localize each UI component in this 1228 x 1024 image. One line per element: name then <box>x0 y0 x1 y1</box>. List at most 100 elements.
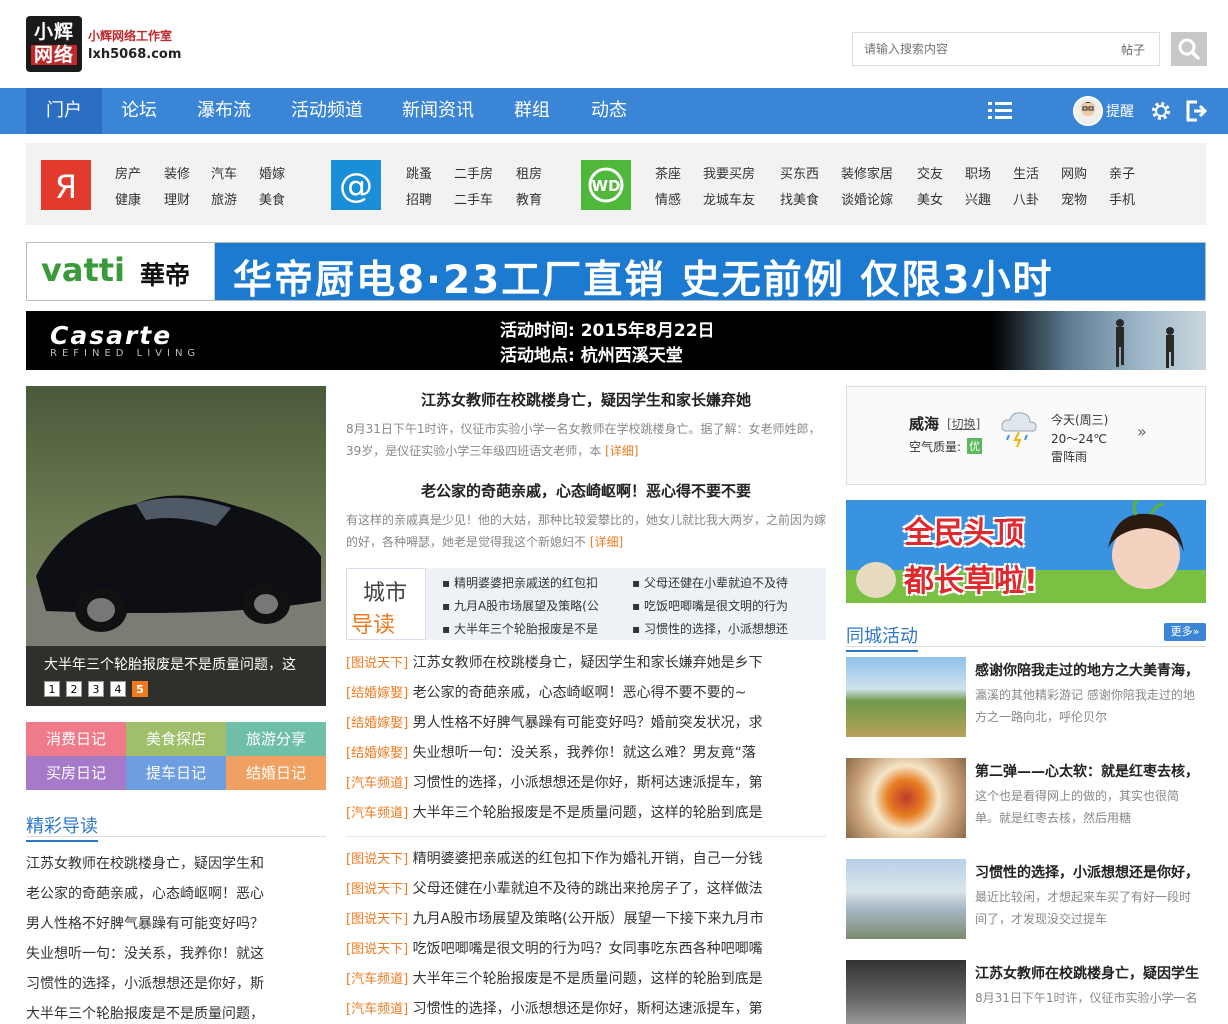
cat-link[interactable]: 我要买房 <box>703 163 755 182</box>
cat-link[interactable]: 健康 <box>115 189 141 208</box>
news-item[interactable]: [图说天下] 父母还健在小辈就迫不及待的跳出来抢房子了，这样做法 <box>346 878 796 898</box>
gear-icon[interactable] <box>1150 100 1172 122</box>
cat-link[interactable]: 职场 <box>965 163 991 182</box>
activity-title[interactable]: 习惯性的选择，小派想想还是你好， <box>975 862 1205 882</box>
slider-dot[interactable]: 1 <box>44 681 60 697</box>
nav-item-groups[interactable]: 群组 <box>514 88 550 134</box>
cat-link[interactable]: 租房 <box>516 163 542 182</box>
nav-item-activity[interactable]: 活动频道 <box>291 88 363 134</box>
more-link[interactable]: [详细] <box>605 444 638 458</box>
search-type-select[interactable]: 帖子 <box>1121 41 1145 58</box>
slider-caption[interactable]: 大半年三个轮胎报废是不是质量问题，这 <box>44 654 316 674</box>
chevron-right-icon[interactable]: » <box>1137 422 1147 441</box>
cat-link[interactable]: 美女 <box>917 189 943 208</box>
cat-link[interactable]: 房产 <box>115 163 141 182</box>
cat-link[interactable]: 买东西 <box>780 163 819 182</box>
nav-item-portal[interactable]: 门户 <box>26 88 102 134</box>
news-item[interactable]: [图说天下] 江苏女教师在校跳楼身亡，疑因学生和家长嫌弃她是乡下 <box>346 652 796 672</box>
cat-link[interactable]: 交友 <box>917 163 943 182</box>
cat-link[interactable]: 生活 <box>1013 163 1039 182</box>
city-item[interactable]: ▪ 精明婆婆把亲戚送的红包扣 <box>442 574 598 591</box>
avatar[interactable] <box>1073 96 1103 126</box>
cat-link[interactable]: 茶座 <box>655 163 681 182</box>
menu-list-icon[interactable] <box>988 100 1012 122</box>
jingcai-item[interactable]: 失业想听一句：没关系，我养你！就这 <box>26 943 326 963</box>
cat-link[interactable]: 装修家居 <box>841 163 893 182</box>
diary-btn-travel[interactable]: 旅游分享 <box>226 722 326 756</box>
news-item[interactable]: [汽车频道] 大半年三个轮胎报废是不是质量问题，这样的轮胎到底是 <box>346 968 796 988</box>
jingcai-item[interactable]: 江苏女教师在校跳楼身亡，疑因学生和 <box>26 853 326 873</box>
cat-link[interactable]: 找美食 <box>780 189 819 208</box>
news-item[interactable]: [汽车频道] 大半年三个轮胎报废是不是质量问题，这样的轮胎到底是 <box>346 802 796 822</box>
city-item[interactable]: ▪ 大半年三个轮胎报废是不是 <box>442 620 598 637</box>
cat-link[interactable]: 龙城车友 <box>703 189 755 208</box>
cat-link[interactable]: 招聘 <box>406 189 432 208</box>
cat-link[interactable]: 美食 <box>259 189 285 208</box>
activity-title[interactable]: 感谢你陪我走过的地方之大美青海， <box>975 660 1205 680</box>
cat-link[interactable]: 兴趣 <box>965 189 991 208</box>
city-item[interactable]: ▪ 吃饭吧唧嘴是很文明的行为 <box>632 597 788 614</box>
activity-title[interactable]: 第二弹——心太软：就是红枣去核， <box>975 761 1205 781</box>
cat-link[interactable]: 跳蚤 <box>406 163 432 182</box>
activity-title[interactable]: 江苏女教师在校跳楼身亡，疑因学生 <box>975 963 1205 983</box>
vatti-banner[interactable]: vatti 華帝 华帝厨电8·23工厂直销 史无前例 仅限3小时 <box>26 242 1206 303</box>
photo-slider[interactable]: 大半年三个轮胎报废是不是质量问题，这 1 2 3 4 5 <box>26 386 326 706</box>
cat-link[interactable]: 网购 <box>1061 163 1087 182</box>
jingcai-item[interactable]: 老公家的奇葩亲戚，心态崎岖啊！恶心 <box>26 883 326 903</box>
search-button[interactable] <box>1171 32 1207 66</box>
cat-link[interactable]: 八卦 <box>1013 189 1039 208</box>
news-item[interactable]: [汽车频道] 习惯性的选择，小派想想还是你好，斯柯达速派提车，第 <box>346 998 796 1018</box>
activities-more-button[interactable]: 更多» <box>1164 623 1206 641</box>
more-link[interactable]: [详细] <box>590 535 623 549</box>
switch-city-link[interactable]: [切换] <box>947 415 980 432</box>
diary-btn-wedding[interactable]: 结婚日记 <box>226 756 326 790</box>
jingcai-item[interactable]: 男人性格不好脾气暴躁有可能变好吗？ <box>26 913 326 933</box>
news-item[interactable]: [结婚嫁娶] 老公家的奇葩亲戚，心态崎岖啊！恶心得不要不要的~ <box>346 682 796 702</box>
diary-btn-house[interactable]: 买房日记 <box>26 756 126 790</box>
news-item[interactable]: [结婚嫁娶] 男人性格不好脾气暴躁有可能变好吗？婚前突发状况，求 <box>346 712 796 732</box>
cat-link[interactable]: 装修 <box>164 163 190 182</box>
city-item[interactable]: ▪ 习惯性的选择，小派想想还 <box>632 620 788 637</box>
slider-dot[interactable]: 2 <box>66 681 82 697</box>
activity-thumb-photo[interactable] <box>846 960 966 1024</box>
headline-title[interactable]: 老公家的奇葩亲戚，心态崎岖啊！恶心得不要不要 <box>346 480 826 501</box>
site-logo[interactable]: 小辉 网络 <box>26 16 82 72</box>
cat-link[interactable]: 情感 <box>655 189 681 208</box>
diary-btn-car[interactable]: 提车日记 <box>126 756 226 790</box>
news-item[interactable]: [图说天下] 吃饭吧唧嘴是很文明的行为吗？女同事吃东西各种吧唧嘴 <box>346 938 796 958</box>
news-item[interactable]: [结婚嫁娶] 失业想听一句：没关系，我养你！就这么难？男友竟“落 <box>346 742 796 762</box>
grass-ad-banner[interactable]: 全民头顶 都长草啦! <box>846 500 1206 603</box>
diary-btn-food[interactable]: 美食探店 <box>126 722 226 756</box>
cat-link[interactable]: 二手房 <box>454 163 493 182</box>
cat-link[interactable]: 谈婚论嫁 <box>841 189 893 208</box>
cat-link[interactable]: 理财 <box>164 189 190 208</box>
diary-btn-consume[interactable]: 消费日记 <box>26 722 126 756</box>
city-item[interactable]: ▪ 九月A股市场展望及策略(公 <box>442 597 599 614</box>
slider-dot-active[interactable]: 5 <box>132 681 148 697</box>
headline-title[interactable]: 江苏女教师在校跳楼身亡，疑因学生和家长嫌弃她 <box>346 389 826 410</box>
logout-icon[interactable] <box>1185 100 1207 122</box>
cat-link[interactable]: 宠物 <box>1061 189 1087 208</box>
cat-link[interactable]: 手机 <box>1109 189 1135 208</box>
jingcai-item[interactable]: 大半年三个轮胎报废是不是质量问题， <box>26 1003 326 1023</box>
activity-thumb-car[interactable] <box>846 859 966 939</box>
cat-link[interactable]: 二手车 <box>454 189 493 208</box>
slider-dot[interactable]: 4 <box>110 681 126 697</box>
cat-link[interactable]: 婚嫁 <box>259 163 285 182</box>
jingcai-item[interactable]: 习惯性的选择，小派想想还是你好，斯 <box>26 973 326 993</box>
nav-item-waterfall[interactable]: 瀑布流 <box>197 88 251 134</box>
nav-item-news[interactable]: 新闻资讯 <box>402 88 474 134</box>
news-item[interactable]: [图说天下] 精明婆婆把亲戚送的红包扣下作为婚礼开销，自己一分钱 <box>346 848 796 868</box>
news-item[interactable]: [图说天下] 九月A股市场展望及策略(公开版）展望一下接下来九月市 <box>346 908 796 928</box>
cat-link[interactable]: 教育 <box>516 189 542 208</box>
city-item[interactable]: ▪ 父母还健在小辈就迫不及待 <box>632 574 788 591</box>
cat-link[interactable]: 亲子 <box>1109 163 1135 182</box>
nav-item-dynamic[interactable]: 动态 <box>591 88 627 134</box>
remind-link[interactable]: 提醒 <box>1106 101 1134 121</box>
casarte-banner[interactable]: Casarte REFINED LIVING 活动时间: 2015年8月22日 … <box>26 311 1206 370</box>
nav-item-forum[interactable]: 论坛 <box>121 88 157 134</box>
search-input[interactable] <box>853 33 1103 65</box>
cat-link[interactable]: 汽车 <box>211 163 237 182</box>
slider-dot[interactable]: 3 <box>88 681 104 697</box>
news-item[interactable]: [汽车频道] 习惯性的选择，小派想想还是你好，斯柯达速派提车，第 <box>346 772 796 792</box>
